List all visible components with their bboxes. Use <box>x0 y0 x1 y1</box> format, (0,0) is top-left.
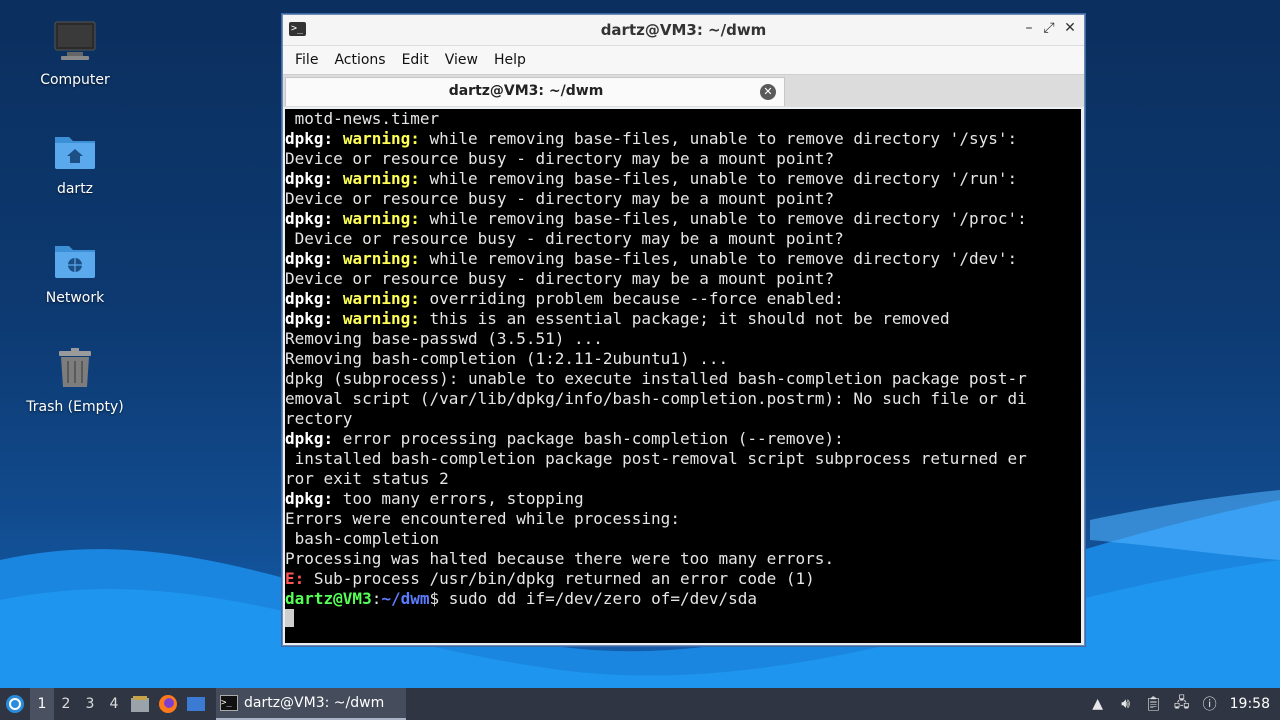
taskbar-task-label: dartz@VM3: ~/dwm <box>244 695 385 711</box>
menu-file[interactable]: File <box>287 46 326 74</box>
menu-help[interactable]: Help <box>486 46 534 74</box>
terminal-line: ror exit status 2 <box>285 469 449 488</box>
trash-icon <box>51 345 99 393</box>
terminal-line: rectory <box>285 409 353 428</box>
menubar: File Actions Edit View Help <box>283 46 1084 74</box>
terminal-line: Device or resource busy - directory may … <box>285 269 835 288</box>
desktop-icon-label: Network <box>45 290 105 306</box>
terminal-line: Removing bash-completion (1:2.11-2ubuntu… <box>285 349 729 368</box>
terminal-line: dpkg: warning: while removing base-files… <box>285 249 1018 268</box>
window-title: dartz@VM3: ~/dwm <box>600 21 767 39</box>
home-folder-icon <box>51 127 99 175</box>
tray-arrow-icon[interactable]: ▲ <box>1084 688 1112 720</box>
workspace-4[interactable]: 4 <box>102 688 126 720</box>
terminal-cursor-line <box>285 609 1081 629</box>
terminal-line: E: Sub-process /usr/bin/dpkg returned an… <box>285 569 815 588</box>
maximize-button[interactable]: ⤢ <box>1040 20 1058 36</box>
menu-actions[interactable]: Actions <box>326 46 393 74</box>
tab-bar: dartz@VM3: ~/dwm ✕ <box>283 74 1084 107</box>
desktop-icon <box>187 697 205 711</box>
terminal-window: >_ dartz@VM3: ~/dwm – ⤢ ✕ File Actions E… <box>282 14 1085 646</box>
desktop-icon-trash[interactable]: Trash (Empty) <box>20 345 130 415</box>
terminal-line: dpkg: warning: overriding problem becaus… <box>285 289 844 308</box>
start-menu-button[interactable] <box>0 688 30 720</box>
terminal-line: emoval script (/var/lib/dpkg/info/bash-c… <box>285 389 1027 408</box>
desktop-icon-network[interactable]: Network <box>20 236 130 306</box>
taskbar-task-terminal[interactable]: >_ dartz@VM3: ~/dwm <box>216 688 406 720</box>
system-tray: ▲ 🔊︎ 📋︎ 🖧 ⓘ 19:58 <box>1084 688 1280 720</box>
terminal-line: dpkg: warning: while removing base-files… <box>285 129 1018 148</box>
desktop-icon-label: Computer <box>40 72 110 88</box>
terminal-output[interactable]: motd-news.timer dpkg: warning: while remo… <box>285 109 1081 643</box>
desktop-icon-label: dartz <box>56 181 94 197</box>
tab-close-icon[interactable]: ✕ <box>760 84 776 100</box>
terminal-line: Device or resource busy - directory may … <box>285 229 844 248</box>
workspace-1[interactable]: 1 <box>30 688 54 720</box>
close-button[interactable]: ✕ <box>1061 20 1079 36</box>
terminal-line: dpkg: too many errors, stopping <box>285 489 584 508</box>
desktop-icon-computer[interactable]: Computer <box>20 18 130 88</box>
computer-icon <box>51 18 99 66</box>
desktop-icon-home[interactable]: dartz <box>20 127 130 197</box>
terminal-line: dpkg: warning: while removing base-files… <box>285 209 1027 228</box>
terminal-line: motd-news.timer <box>285 109 440 128</box>
taskbar: 1 2 3 4 >_ dartz@VM3: ~/dwm ▲ 🔊︎ 📋︎ 🖧 ⓘ … <box>0 688 1280 720</box>
file-manager-icon <box>131 696 149 712</box>
terminal-line: bash-completion <box>285 529 440 548</box>
terminal-icon: >_ <box>220 695 238 711</box>
terminal-prompt: dartz@VM3:~/dwm$ sudo dd if=/dev/zero of… <box>285 589 758 608</box>
terminal-line: dpkg: error processing package bash-comp… <box>285 429 844 448</box>
firefox-launcher[interactable] <box>154 688 182 720</box>
terminal-line: dpkg: warning: this is an essential pack… <box>285 309 950 328</box>
terminal-line: Device or resource busy - directory may … <box>285 149 835 168</box>
update-notifier-icon[interactable]: ⓘ <box>1196 688 1224 720</box>
tab-label: dartz@VM3: ~/dwm <box>448 83 604 99</box>
network-icon[interactable]: 🖧 <box>1168 688 1196 720</box>
terminal-line: dpkg: warning: while removing base-files… <box>285 169 1018 188</box>
text-cursor <box>285 609 294 627</box>
minimize-button[interactable]: – <box>1020 20 1038 36</box>
terminal-line: installed bash-completion package post-r… <box>285 449 1027 468</box>
workspace-2[interactable]: 2 <box>54 688 78 720</box>
clipboard-icon[interactable]: 📋︎ <box>1140 688 1168 720</box>
desktop-icon-label: Trash (Empty) <box>26 399 124 415</box>
file-manager-launcher[interactable] <box>126 688 154 720</box>
terminal-line: Errors were encountered while processing… <box>285 509 680 528</box>
workspace-3[interactable]: 3 <box>78 688 102 720</box>
terminal-line: Processing was halted because there were… <box>285 549 835 568</box>
menu-view[interactable]: View <box>437 46 486 74</box>
window-titlebar[interactable]: >_ dartz@VM3: ~/dwm – ⤢ ✕ <box>283 15 1084 46</box>
volume-icon[interactable]: 🔊︎ <box>1112 688 1140 720</box>
terminal-line: Removing base-passwd (3.5.51) ... <box>285 329 603 348</box>
lubuntu-logo-icon <box>6 695 24 713</box>
terminal-line: dpkg (subprocess): unable to execute ins… <box>285 369 1027 388</box>
menu-edit[interactable]: Edit <box>394 46 437 74</box>
tab-terminal[interactable]: dartz@VM3: ~/dwm ✕ <box>285 77 785 106</box>
show-desktop-button[interactable] <box>182 688 210 720</box>
clock[interactable]: 19:58 <box>1224 696 1280 712</box>
firefox-icon <box>159 695 177 713</box>
terminal-line: Device or resource busy - directory may … <box>285 189 835 208</box>
network-folder-icon <box>51 236 99 284</box>
